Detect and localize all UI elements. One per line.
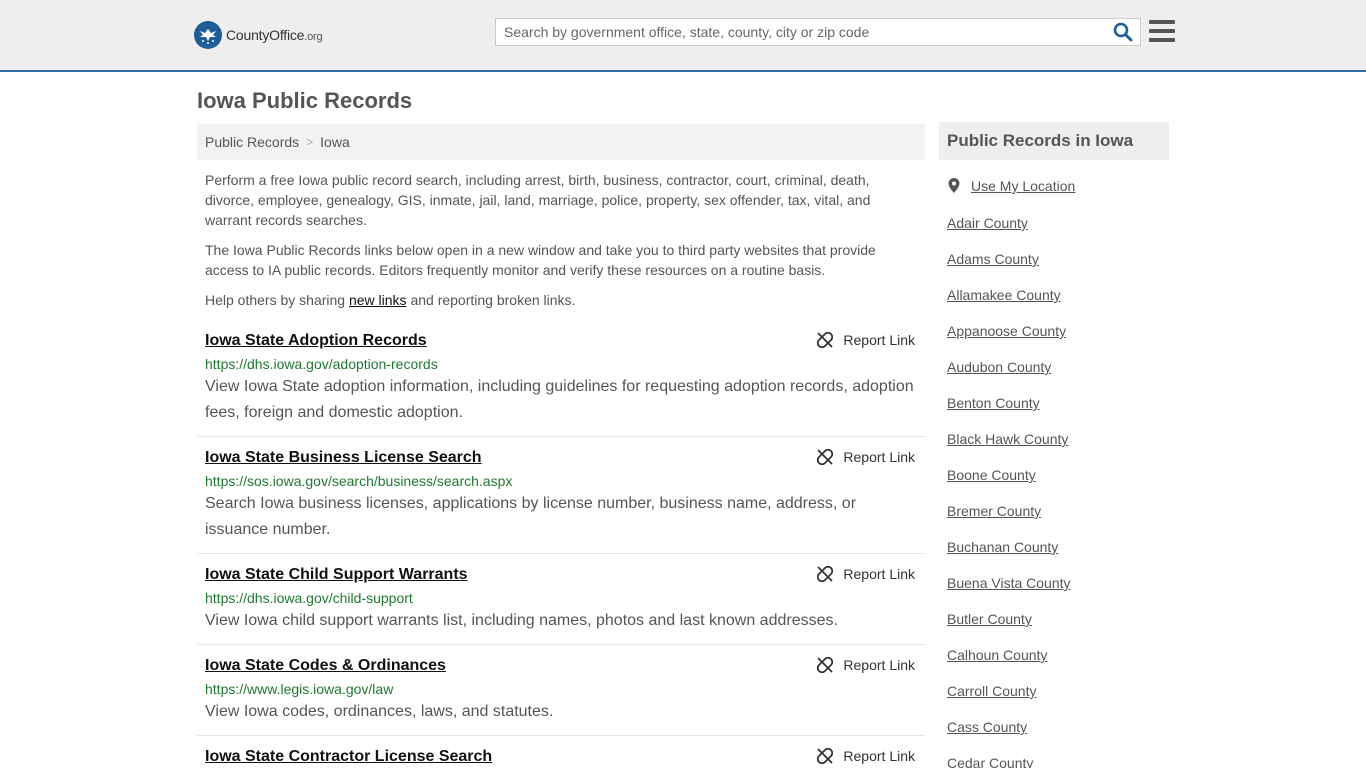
county-link[interactable]: Cass County — [947, 719, 1027, 735]
site-header: CountyOffice.org — [0, 0, 1366, 72]
county-link[interactable]: Butler County — [947, 611, 1032, 627]
county-link[interactable]: Bremer County — [947, 503, 1041, 519]
report-link-label: Report Link — [843, 748, 915, 764]
record-item: Iowa State Business License Search https… — [197, 447, 925, 554]
disclaimer-paragraph: The Iowa Public Records links below open… — [205, 242, 876, 278]
list-item: Calhoun County — [947, 645, 1071, 681]
map-pin-icon — [948, 178, 960, 193]
record-title-link[interactable]: Iowa State Adoption Records — [205, 330, 917, 352]
county-link[interactable]: Adams County — [947, 251, 1039, 267]
report-link-button[interactable]: Report Link — [817, 332, 915, 348]
report-link-label: Report Link — [843, 449, 915, 465]
list-item: Butler County — [947, 609, 1071, 645]
breadcrumb-iowa[interactable]: Iowa — [320, 134, 350, 150]
broken-link-icon — [817, 449, 834, 465]
record-item: Iowa State Adoption Records https://dhs.… — [197, 330, 925, 437]
report-link-label: Report Link — [843, 332, 915, 348]
report-link-button[interactable]: Report Link — [817, 449, 915, 465]
county-link[interactable]: Cedar County — [947, 755, 1033, 768]
sharing-paragraph: Help others by sharing new links and rep… — [205, 292, 576, 308]
record-url[interactable]: https://www.legis.iowa.gov/law — [205, 679, 917, 699]
record-description: Search Iowa business licenses, applicati… — [205, 495, 857, 538]
county-link[interactable]: Buena Vista County — [947, 575, 1071, 591]
list-item: Black Hawk County — [947, 429, 1071, 465]
report-link-button[interactable]: Report Link — [817, 748, 915, 764]
county-link[interactable]: Buchanan County — [947, 539, 1058, 555]
eagle-seal-icon — [194, 21, 222, 49]
list-item: Adair County — [947, 213, 1071, 249]
list-item: Buena Vista County — [947, 573, 1071, 609]
county-list: Adair County Adams County Allamakee Coun… — [947, 213, 1071, 768]
intro-paragraph: Perform a free Iowa public record search… — [205, 172, 871, 228]
record-title-link[interactable]: Iowa State Business License Search — [205, 447, 917, 469]
list-item: Buchanan County — [947, 537, 1071, 573]
report-link-label: Report Link — [843, 657, 915, 673]
use-my-location-link[interactable]: Use My Location — [947, 177, 1075, 195]
record-item: Iowa State Codes & Ordinances https://ww… — [197, 655, 925, 736]
county-link[interactable]: Allamakee County — [947, 287, 1061, 303]
record-item: Iowa State Child Support Warrants https:… — [197, 564, 925, 645]
use-my-location-label: Use My Location — [971, 178, 1076, 194]
county-link[interactable]: Appanoose County — [947, 323, 1066, 339]
broken-link-icon — [817, 566, 834, 582]
record-title-link[interactable]: Iowa State Contractor License Search — [205, 746, 917, 768]
record-description: View Iowa State adoption information, in… — [205, 378, 914, 421]
list-item: Boone County — [947, 465, 1071, 501]
list-item: Allamakee County — [947, 285, 1071, 321]
list-item: Carroll County — [947, 681, 1071, 717]
record-description: View Iowa child support warrants list, i… — [205, 612, 838, 629]
list-item: Benton County — [947, 393, 1071, 429]
list-item: Bremer County — [947, 501, 1071, 537]
record-url[interactable]: https://dhs.iowa.gov/child-support — [205, 588, 917, 608]
broken-link-icon — [817, 657, 834, 673]
report-link-button[interactable]: Report Link — [817, 566, 915, 582]
breadcrumb-separator: > — [306, 135, 314, 149]
list-item: Cedar County — [947, 753, 1071, 768]
search-icon — [1113, 22, 1133, 42]
county-link[interactable]: Boone County — [947, 467, 1036, 483]
broken-link-icon — [817, 332, 834, 348]
new-links-link[interactable]: new links — [349, 292, 407, 308]
record-url[interactable]: https://sos.iowa.gov/search/business/sea… — [205, 471, 917, 491]
broken-link-icon — [817, 748, 834, 764]
search-bar — [495, 18, 1141, 46]
record-title-link[interactable]: Iowa State Child Support Warrants — [205, 564, 917, 586]
county-link[interactable]: Audubon County — [947, 359, 1051, 375]
county-link[interactable]: Black Hawk County — [947, 431, 1068, 447]
county-link[interactable]: Calhoun County — [947, 647, 1047, 663]
breadcrumb: Public Records > Iowa — [197, 124, 925, 160]
sidebar-heading: Public Records in Iowa — [939, 122, 1169, 160]
logo-wordmark: CountyOffice.org — [226, 27, 323, 43]
county-link[interactable]: Carroll County — [947, 683, 1036, 699]
report-link-label: Report Link — [843, 566, 915, 582]
search-input[interactable] — [496, 19, 1106, 45]
list-item: Appanoose County — [947, 321, 1071, 357]
report-link-button[interactable]: Report Link — [817, 657, 915, 673]
site-logo[interactable]: CountyOffice.org — [194, 20, 323, 50]
search-button[interactable] — [1106, 19, 1140, 45]
breadcrumb-public-records[interactable]: Public Records — [205, 134, 299, 150]
record-title-link[interactable]: Iowa State Codes & Ordinances — [205, 655, 917, 677]
hamburger-menu-icon[interactable] — [1148, 18, 1176, 44]
list-item: Audubon County — [947, 357, 1071, 393]
county-link[interactable]: Adair County — [947, 215, 1028, 231]
list-item: Cass County — [947, 717, 1071, 753]
page-title: Iowa Public Records — [197, 88, 413, 113]
list-item: Adams County — [947, 249, 1071, 285]
record-description: View Iowa codes, ordinances, laws, and s… — [205, 703, 554, 720]
record-item: Iowa State Contractor License Search Rep… — [197, 746, 925, 768]
county-link[interactable]: Benton County — [947, 395, 1040, 411]
record-url[interactable]: https://dhs.iowa.gov/adoption-records — [205, 354, 917, 374]
